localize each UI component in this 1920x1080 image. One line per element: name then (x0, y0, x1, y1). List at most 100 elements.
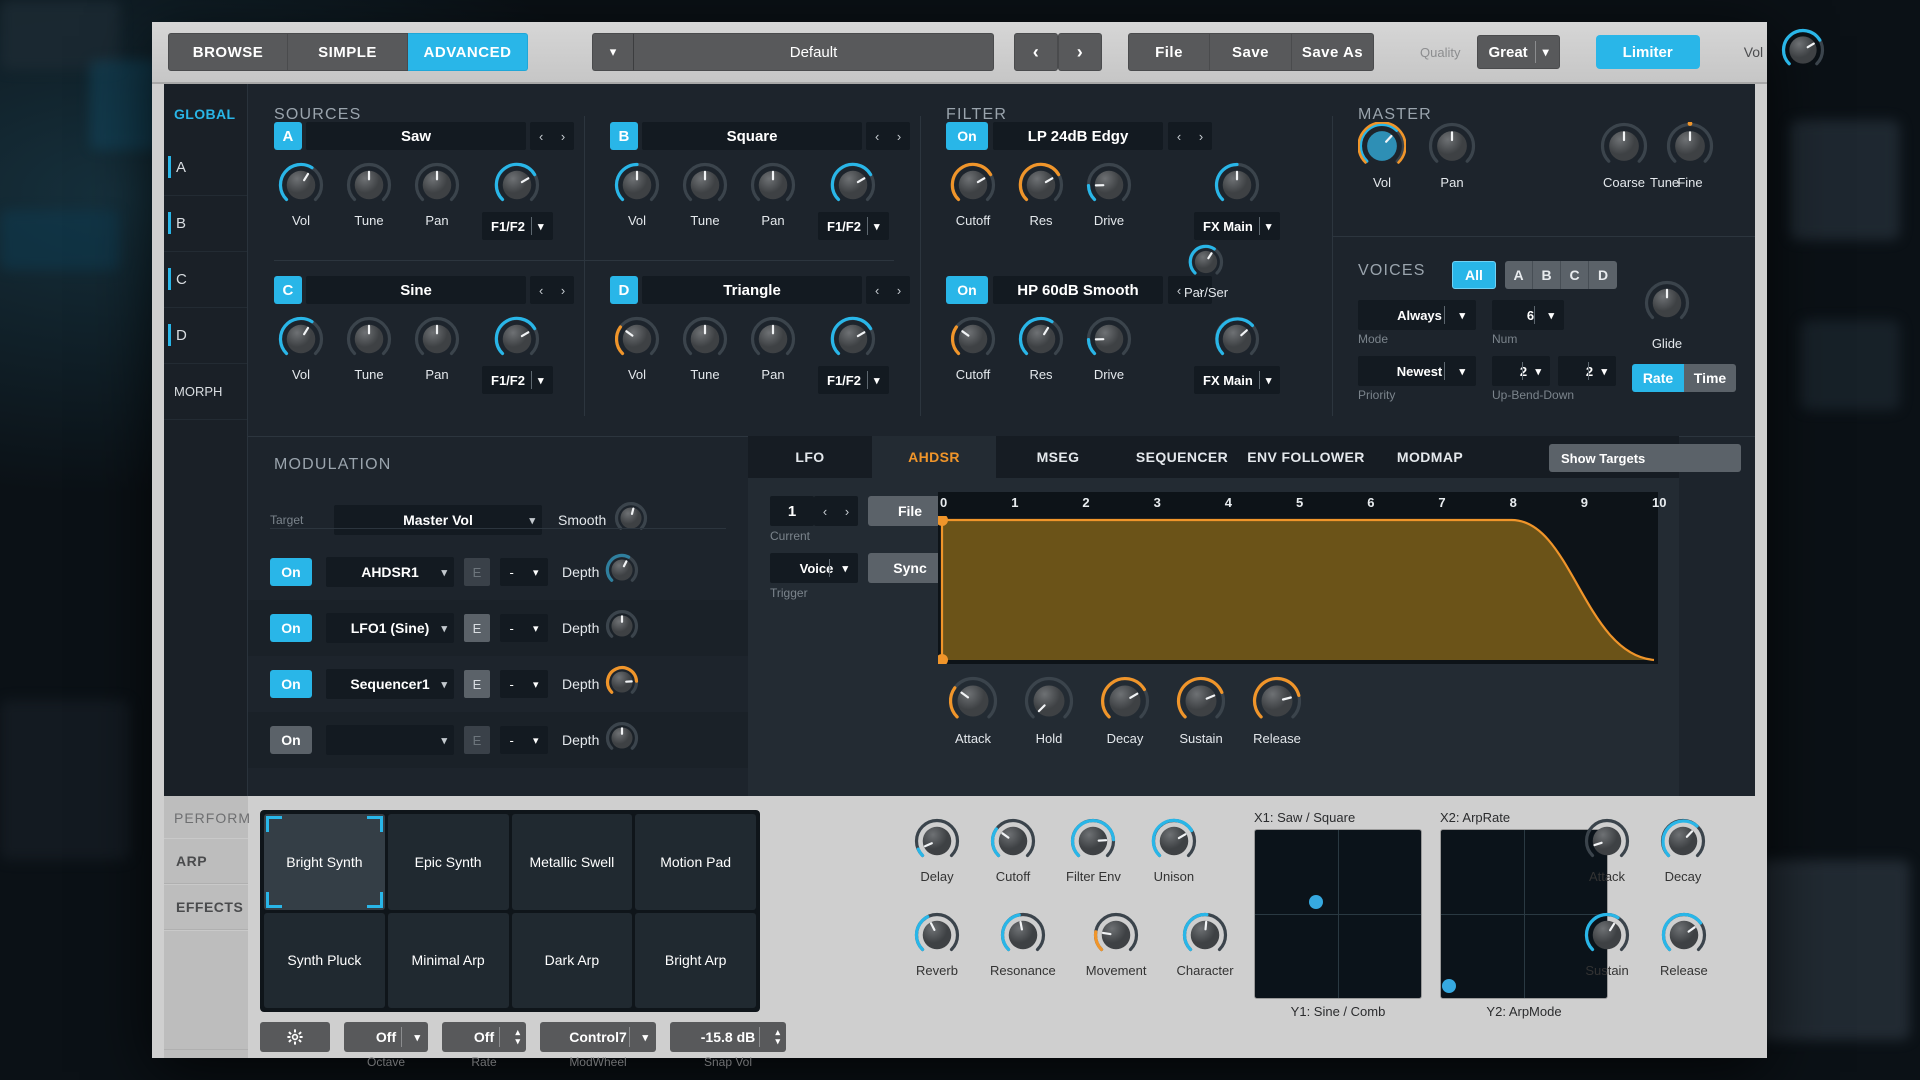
smooth-knob[interactable] (614, 501, 648, 540)
next-icon[interactable]: › (561, 283, 565, 298)
perform-settings-button[interactable] (260, 1022, 330, 1052)
source-badge-a[interactable]: A (274, 122, 302, 150)
tab-mseg[interactable]: MSEG (996, 436, 1120, 478)
simple-button[interactable]: SIMPLE (288, 33, 408, 71)
tab-lfo[interactable]: LFO (748, 436, 872, 478)
mod-row-1-source-select[interactable]: AHDSR1▾ (326, 557, 454, 587)
filter-parser[interactable]: Par/Ser (1184, 244, 1228, 300)
filter-f2-type[interactable]: HP 60dB Smooth (993, 276, 1163, 304)
mod-row-3-depth-knob[interactable] (605, 665, 639, 704)
rail-item-c[interactable]: C (164, 252, 247, 308)
ahdsr-next-icon[interactable]: › (845, 504, 849, 519)
source-d-vol[interactable]: Vol (614, 316, 660, 394)
save-button[interactable]: Save (1210, 33, 1292, 71)
ahdsr-prev-icon[interactable]: ‹ (823, 504, 827, 519)
filter-f2-fx-select[interactable]: FX Main▾ (1194, 366, 1280, 394)
source-badge-d[interactable]: D (610, 276, 638, 304)
rail-item-d[interactable]: D (164, 308, 247, 364)
filter-f1-cutoff[interactable]: Cutoff (950, 162, 996, 228)
mod-row-3-on-button[interactable]: On (270, 670, 312, 698)
mod-row-1-on-button[interactable]: On (270, 558, 312, 586)
filter-f1-fx-select[interactable]: FX Main▾ (1194, 212, 1280, 240)
perform-pad-2[interactable]: Epic Synth (388, 814, 509, 910)
perform-decay[interactable]: Decay (1660, 818, 1706, 884)
source-a-tune[interactable]: Tune (346, 162, 392, 240)
voices-letter-a[interactable]: A (1505, 261, 1533, 289)
xy-pad-2[interactable] (1440, 829, 1608, 999)
mod-row-4-e-button[interactable]: E (464, 726, 490, 754)
next-icon[interactable]: › (1199, 129, 1203, 144)
macro-movement[interactable]: Movement (1086, 912, 1147, 978)
next-icon[interactable]: › (897, 129, 901, 144)
perform-release[interactable]: Release (1660, 912, 1708, 978)
ahdsr-trigger-select[interactable]: Voice ▾ (770, 553, 858, 583)
filter-f1-drive[interactable]: Drive (1086, 162, 1132, 228)
perform-rail-item-effects[interactable]: EFFECTS (164, 884, 248, 930)
advanced-button[interactable]: ADVANCED (408, 33, 528, 71)
macro-character[interactable]: Character (1176, 912, 1233, 978)
filter-f2-res[interactable]: Res (1018, 316, 1064, 382)
rail-item-b[interactable]: B (164, 196, 247, 252)
macro-cutoff[interactable]: Cutoff (990, 818, 1036, 884)
source-d-f1f2[interactable]: F1/F2▾ (818, 316, 889, 394)
filter-f1-type[interactable]: LP 24dB Edgy (993, 122, 1163, 150)
next-icon[interactable]: › (897, 283, 901, 298)
perform-pad-6[interactable]: Minimal Arp (388, 913, 509, 1009)
target-select[interactable]: Master Vol ▾ (334, 505, 542, 535)
browse-button[interactable]: BROWSE (168, 33, 288, 71)
perform-control-snap-vol-select[interactable]: -15.8 dB▴▾ (670, 1022, 786, 1052)
source-nav-b[interactable]: ‹› (866, 122, 910, 150)
filter-f2-fx-knob[interactable]: FX Main▾ (1194, 316, 1280, 394)
source-a-vol[interactable]: Vol (278, 162, 324, 240)
mod-row-2-on-button[interactable]: On (270, 614, 312, 642)
source-badge-b[interactable]: B (610, 122, 638, 150)
voices-letter-c[interactable]: C (1561, 261, 1589, 289)
mod-row-1-amount-select[interactable]: -▾ (500, 558, 548, 586)
tab-ahdsr[interactable]: AHDSR (872, 436, 996, 478)
mod-row-2-source-select[interactable]: LFO1 (Sine)▾ (326, 613, 454, 643)
source-c-tune[interactable]: Tune (346, 316, 392, 394)
source-wave-d[interactable]: Triangle (642, 276, 862, 304)
rail-item-morph[interactable]: MORPH (164, 364, 247, 420)
glide-rate-button[interactable]: Rate (1632, 364, 1684, 392)
source-c-filter-select[interactable]: F1/F2▾ (482, 366, 553, 394)
source-wave-c[interactable]: Sine (306, 276, 526, 304)
limiter-button[interactable]: Limiter (1596, 35, 1700, 69)
filter-f1-res[interactable]: Res (1018, 162, 1064, 228)
xy-pad-1[interactable] (1254, 829, 1422, 999)
source-d-pan[interactable]: Pan (750, 316, 796, 394)
mod-row-2-amount-select[interactable]: -▾ (500, 614, 548, 642)
mod-row-1-depth-knob[interactable] (605, 553, 639, 592)
ahdsr-decay[interactable]: Decay (1100, 676, 1150, 746)
master-vol[interactable]: Vol (1358, 122, 1406, 190)
perform-attack[interactable]: Attack (1584, 818, 1630, 884)
mod-row-3-e-button[interactable]: E (464, 670, 490, 698)
source-a-filter-select[interactable]: F1/F2▾ (482, 212, 553, 240)
toolbar-vol-knob[interactable] (1781, 28, 1825, 77)
mod-row-2-e-button[interactable]: E (464, 614, 490, 642)
tab-modmap[interactable]: MODMAP (1368, 436, 1492, 478)
filter-f2-drive[interactable]: Drive (1086, 316, 1132, 382)
filter-f1-fx-knob[interactable]: FX Main▾ (1194, 162, 1280, 240)
ahdsr-release[interactable]: Release (1252, 676, 1302, 746)
source-a-f1f2[interactable]: F1/F2▾ (482, 162, 553, 240)
preset-dropdown-icon[interactable]: ▾ (592, 33, 634, 71)
voices-all-button[interactable]: All (1452, 261, 1496, 289)
perform-control-octave-select[interactable]: Off▾ (344, 1022, 428, 1052)
stepper-icon[interactable]: ▴▾ (775, 1028, 780, 1046)
voices-bend-up-select[interactable]: 2 ▾ (1492, 356, 1550, 386)
ahdsr-hold[interactable]: Hold (1024, 676, 1074, 746)
perform-pad-4[interactable]: Motion Pad (635, 814, 756, 910)
ahdsr-attack[interactable]: Attack (948, 676, 998, 746)
source-c-vol[interactable]: Vol (278, 316, 324, 394)
voices-num-select[interactable]: 6 ▾ (1492, 300, 1564, 330)
source-c-pan[interactable]: Pan (414, 316, 460, 394)
tab-sequencer[interactable]: SEQUENCER (1120, 436, 1244, 478)
ahdsr-sustain[interactable]: Sustain (1176, 676, 1226, 746)
macro-delay[interactable]: Delay (914, 818, 960, 884)
master-pan[interactable]: Pan (1428, 122, 1476, 190)
show-targets-button[interactable]: Show Targets (1549, 444, 1741, 472)
perform-pad-3[interactable]: Metallic Swell (512, 814, 633, 910)
file-button[interactable]: File (1128, 33, 1210, 71)
prev-icon[interactable]: ‹ (1177, 129, 1181, 144)
